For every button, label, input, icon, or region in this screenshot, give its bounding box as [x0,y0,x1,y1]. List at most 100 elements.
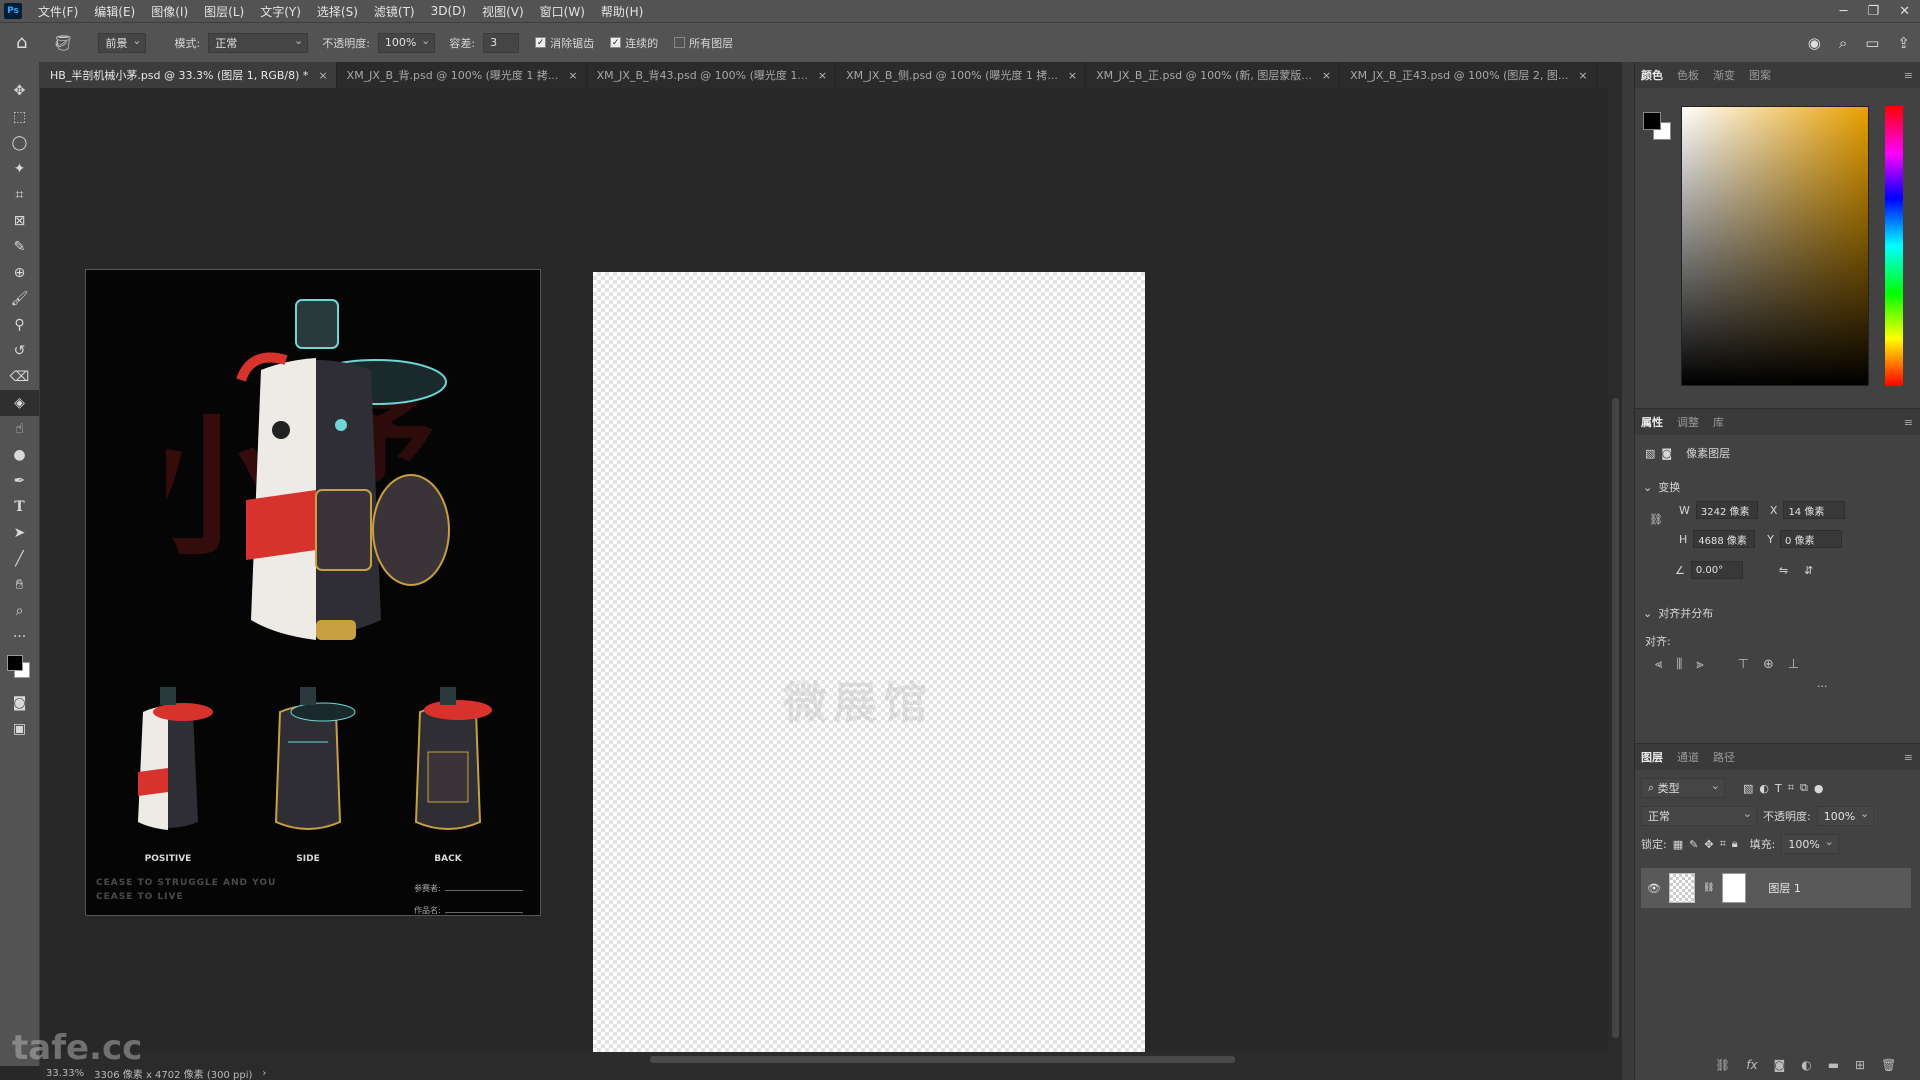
x-input[interactable]: 14 像素 [1783,501,1846,519]
tab-document-6[interactable]: XM_JX_B_正43.psd @ 100% (图层 2, 图... × [1340,62,1597,88]
panel-menu-icon[interactable]: ≡ [1904,416,1913,429]
fill-source-select[interactable]: 前景 [98,32,147,53]
tab-swatches[interactable]: 色板 [1677,67,1699,83]
color-field[interactable] [1681,106,1869,386]
fill-input[interactable]: 100% [1781,834,1839,854]
width-input[interactable]: 3242 像素 [1695,501,1758,519]
line-tool-icon[interactable]: ╱ [0,546,39,572]
menu-view[interactable]: 视图(V) [474,3,532,20]
path-selection-tool-icon[interactable]: ➤ [0,520,39,546]
tab-channels[interactable]: 通道 [1677,749,1699,765]
tab-document-1[interactable]: HB_半剖机械小茅.psd @ 33.3% (图层 1, RGB/8) * × [40,62,337,88]
delete-layer-icon[interactable]: 🗑︎ [1881,1058,1896,1072]
tab-layers[interactable]: 图层 [1641,749,1663,765]
y-input[interactable]: 0 像素 [1780,530,1843,548]
align-header[interactable]: ⌄ 对齐并分布 [1643,605,1713,621]
tab-paths[interactable]: 路径 [1713,749,1735,765]
quick-mask-icon[interactable]: ◙ [0,690,39,716]
minimize-icon[interactable]: ─ [1840,4,1848,19]
history-brush-tool-icon[interactable]: ↺ [0,338,39,364]
panel-menu-icon[interactable]: ≡ [1904,69,1913,82]
align-hcenter-icon[interactable]: ⫼ [1676,657,1682,672]
close-icon[interactable]: × [818,69,827,82]
close-icon[interactable]: × [1068,69,1077,82]
link-layers-icon[interactable]: ⛓ [1715,1058,1730,1072]
hand-tool-icon[interactable]: ✋︎ [0,572,39,598]
eye-icon[interactable]: 👁︎ [1647,882,1661,895]
vertical-scrollbar[interactable] [1608,88,1622,1052]
paint-bucket-tool-icon[interactable]: 🪣︎ [53,34,72,52]
menu-image[interactable]: 图像(I) [143,3,196,20]
tab-document-2[interactable]: XM_JX_B_背.psd @ 100% (曝光度 1 拷... × [337,62,587,88]
filter-smart-object-icon[interactable]: ⧉ [1800,781,1808,795]
lasso-tool-icon[interactable]: ◯ [0,130,39,156]
zoom-tool-icon[interactable]: ⌕ [0,598,39,624]
close-icon[interactable]: × [1578,69,1587,82]
align-bottom-icon[interactable]: ⊥ [1788,657,1799,672]
menu-file[interactable]: 文件(F) [30,3,86,20]
tab-properties[interactable]: 属性 [1641,414,1663,430]
close-icon[interactable]: × [568,69,577,82]
tab-document-4[interactable]: XM_JX_B_侧.psd @ 100% (曝光度 1 拷... × [836,62,1087,88]
paint-bucket-tool-icon[interactable]: ◈ [0,390,39,416]
layer-mask-thumbnail[interactable] [1722,873,1747,903]
crop-tool-icon[interactable]: ⌗ [0,182,39,208]
hue-slider[interactable] [1885,106,1903,386]
add-mask-icon[interactable]: ◙ [1774,1058,1786,1072]
filter-type-icon[interactable]: T [1775,782,1782,795]
close-icon[interactable]: × [318,69,327,82]
document-canvas[interactable]: 微展馆 [593,272,1145,1054]
tab-patterns[interactable]: 图案 [1749,67,1771,83]
eyedropper-tool-icon[interactable]: ✎ [0,234,39,260]
more-tools-icon[interactable]: ··· [0,624,39,650]
tab-gradients[interactable]: 渐变 [1713,67,1735,83]
marquee-tool-icon[interactable]: ⬚ [0,104,39,130]
close-icon[interactable]: × [1322,69,1331,82]
lock-pixels-icon[interactable]: ✎ [1689,838,1698,851]
flip-vertical-icon[interactable]: ⇵ [1804,564,1813,577]
tab-libraries[interactable]: 库 [1713,414,1724,430]
lock-all-icon[interactable]: 🔒︎ [1732,837,1738,851]
menu-help[interactable]: 帮助(H) [593,3,651,20]
layer-row[interactable]: 👁︎ ⛓ 图层 1 [1641,868,1911,908]
scroll-thumb[interactable] [650,1056,1235,1063]
opacity-input[interactable]: 100% [377,32,436,53]
canvas-area[interactable]: 小 茅 [40,88,1622,1066]
align-vcenter-icon[interactable]: ⊕ [1763,657,1774,672]
close-icon[interactable]: ✕ [1899,4,1910,19]
brush-tool-icon[interactable]: 🖌︎ [0,286,39,312]
menu-3d[interactable]: 3D(D) [423,4,474,18]
workspace-icon[interactable]: ▭ [1865,34,1879,52]
new-layer-icon[interactable]: ⊞ [1855,1058,1865,1072]
pen-tool-icon[interactable]: ✒ [0,468,39,494]
panel-menu-icon[interactable]: ≡ [1904,751,1913,764]
filter-toggle-icon[interactable]: ● [1814,782,1824,795]
all-layers-checkbox[interactable]: 所有图层 [674,35,733,51]
angle-input[interactable]: 0.00° [1690,561,1743,579]
filter-shape-icon[interactable]: ⌗ [1788,781,1794,795]
search-icon[interactable]: ⌕ [1839,34,1847,52]
stamp-tool-icon[interactable]: ⚲ [0,312,39,338]
share-icon[interactable]: ⇪ [1897,34,1910,52]
layer-name[interactable]: 图层 1 [1768,880,1801,896]
menu-window[interactable]: 窗口(W) [532,3,593,20]
layer-filter-select[interactable]: ⌕ 类型 [1641,778,1725,798]
transform-header[interactable]: ⌄ 变换 [1643,479,1680,495]
panel-collapse-strip[interactable] [1622,62,1634,1080]
lock-position-icon[interactable]: ✥ [1704,838,1713,851]
menu-filter[interactable]: 滤镜(T) [366,3,423,20]
menu-edit[interactable]: 编辑(E) [86,3,143,20]
link-icon[interactable]: ⛓ [1703,883,1714,893]
frame-tool-icon[interactable]: ⊠ [0,208,39,234]
flip-horizontal-icon[interactable]: ⇋ [1779,564,1788,577]
tab-document-3[interactable]: XM_JX_B_背43.psd @ 100% (曝光度 1... × [587,62,837,88]
foreground-color-swatch[interactable] [7,655,23,671]
adjustment-layer-icon[interactable]: ◐ [1801,1058,1811,1072]
healing-brush-tool-icon[interactable]: ⊕ [0,260,39,286]
screen-mode-icon[interactable]: ▣ [0,716,39,742]
lock-transparency-icon[interactable]: ▦ [1673,838,1683,851]
scroll-thumb[interactable] [1612,398,1619,1038]
horizontal-scrollbar[interactable] [40,1052,1622,1066]
filter-adjustment-icon[interactable]: ◐ [1759,782,1769,795]
align-right-icon[interactable]: ⫸ [1696,657,1703,672]
